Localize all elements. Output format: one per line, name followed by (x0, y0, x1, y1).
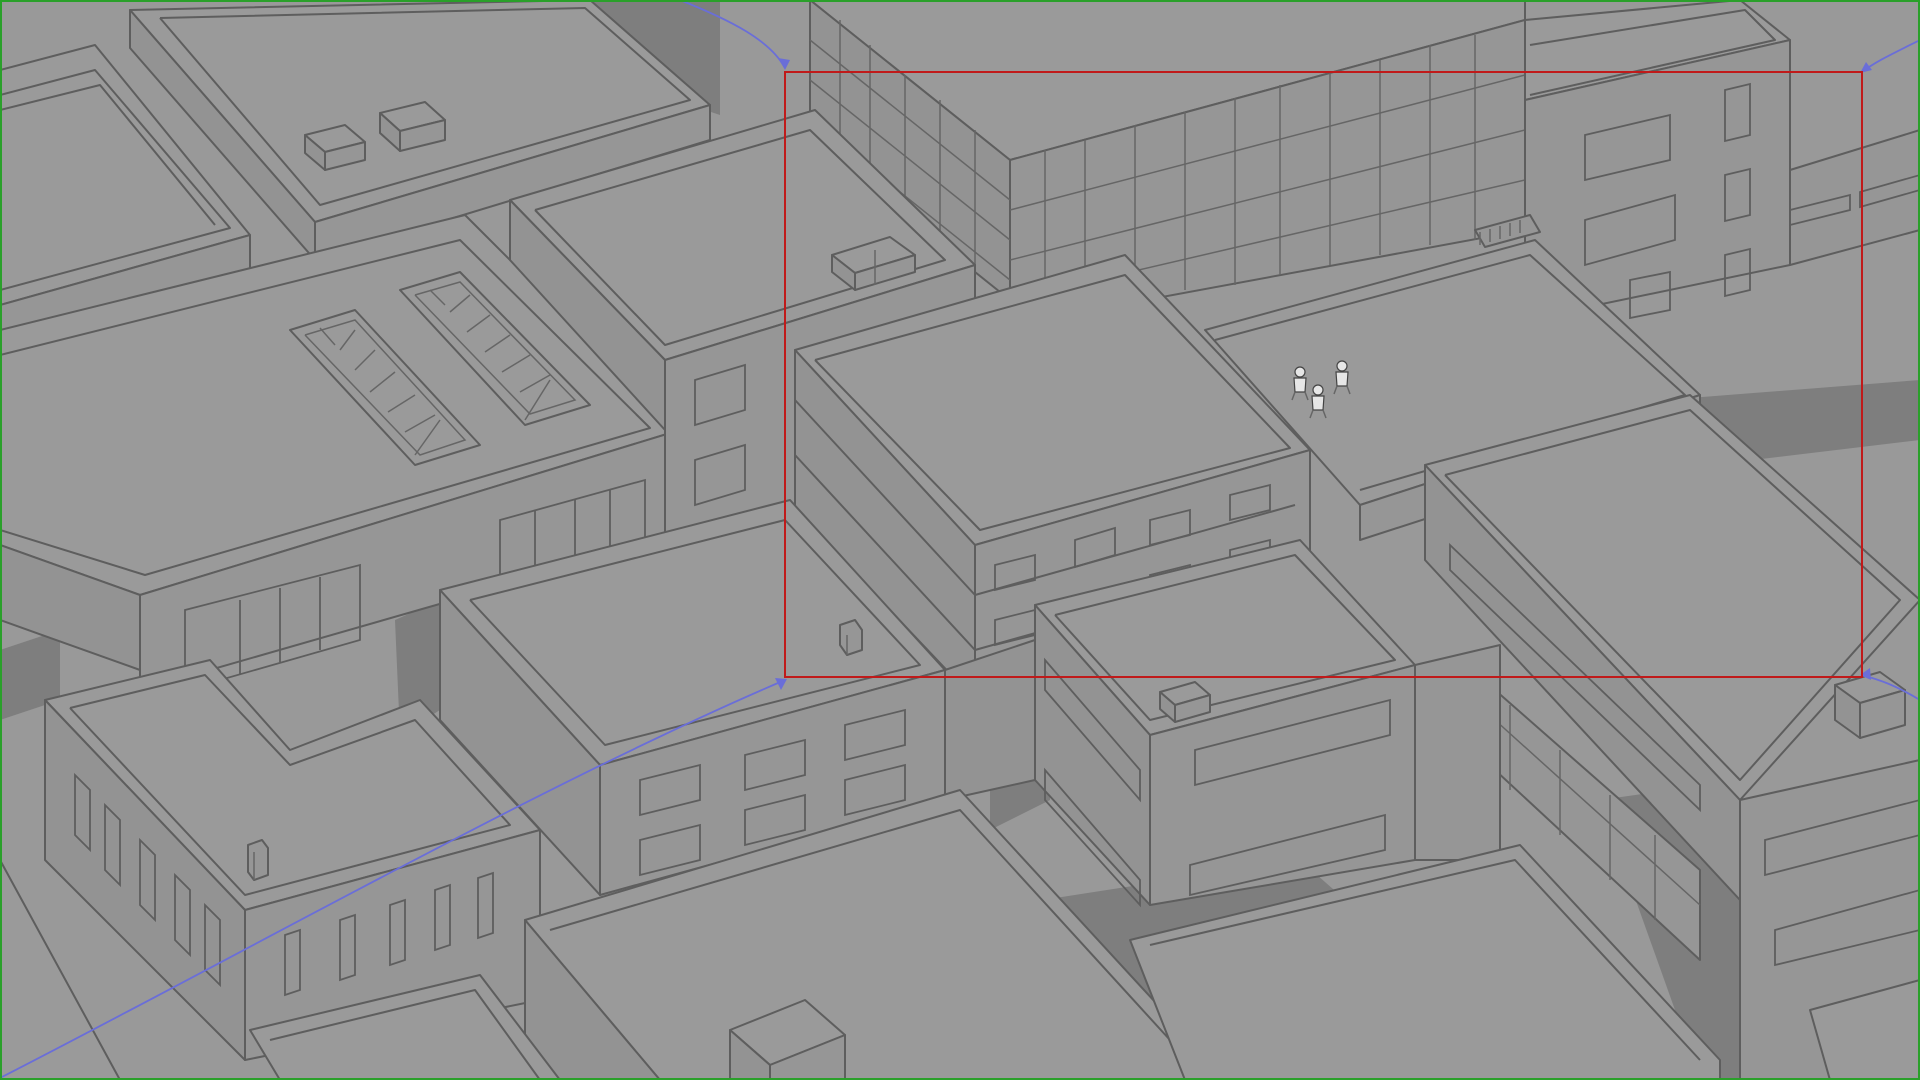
ac-unit-4 (1834, 671, 1906, 739)
chimney (247, 839, 269, 881)
rooftop-box (839, 619, 863, 656)
game-viewport[interactable] (0, 0, 1920, 1080)
